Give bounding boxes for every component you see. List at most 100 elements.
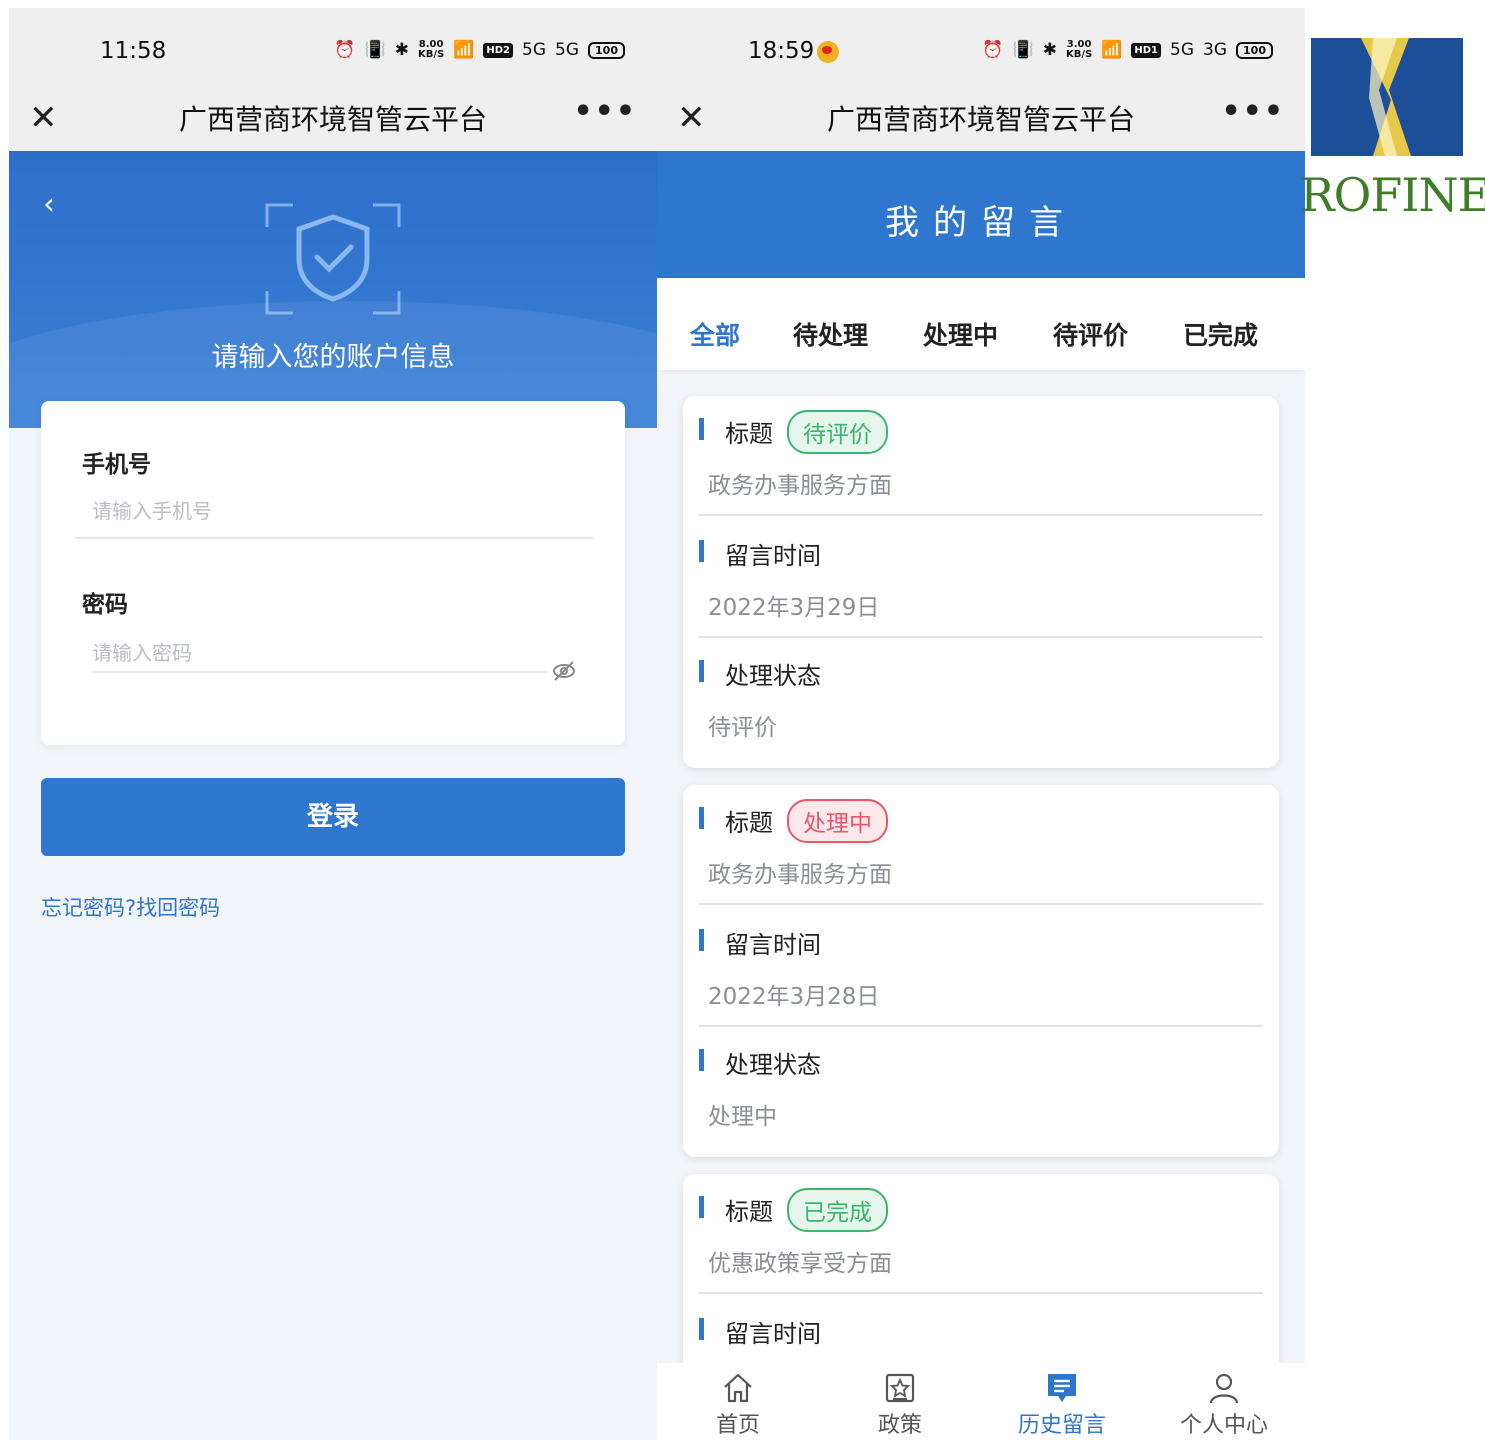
- status-icons: ⏰ 📳 ✱ 8.00 KB/S 📶 HD2 5G 5G 100: [334, 40, 625, 60]
- accent-bar: [699, 1196, 704, 1218]
- status-icons: ⏰ 📳 ✱ 3.00 KB/S 📶 HD1 5G 3G 100: [982, 40, 1273, 60]
- nav-label: 个人中心: [1179, 1413, 1268, 1438]
- nav-label: 历史留言: [1017, 1413, 1106, 1438]
- nav-home[interactable]: 首页: [678, 1363, 798, 1439]
- time-label: 留言时间: [725, 931, 821, 959]
- status-label: 处理状态: [725, 662, 821, 690]
- card-title-section: 标题 待评价 政务办事服务方面: [699, 396, 1263, 516]
- nav-history-messages[interactable]: 历史留言: [1002, 1363, 1122, 1439]
- accent-bar: [699, 807, 704, 829]
- battery-icon: 100: [1236, 41, 1273, 59]
- forgot-password-link[interactable]: 忘记密码?找回密码: [41, 892, 220, 922]
- status-bar: 11:58 ⏰ 📳 ✱ 8.00 KB/S 📶 HD2 5G 5G 100: [9, 8, 657, 88]
- vibrate-icon: 📳: [1012, 40, 1034, 60]
- login-hero: ‹ 请输入您的账户信息: [9, 151, 657, 428]
- divider: [92, 671, 547, 673]
- password-input[interactable]: [92, 641, 532, 665]
- title-label: 标题: [725, 420, 773, 448]
- messages-title: 我的留言: [885, 203, 1077, 243]
- message-icon: [1048, 1374, 1076, 1402]
- nav-policy[interactable]: 政策: [840, 1363, 960, 1439]
- signal-icon: 5G: [555, 40, 580, 60]
- divider: [75, 537, 593, 539]
- password-label: 密码: [82, 592, 128, 618]
- card-title-section: 标题 处理中 政务办事服务方面: [699, 785, 1263, 905]
- message-card[interactable]: 标题 待评价 政务办事服务方面 留言时间 2022年3月29日 处理状态 待评价: [683, 396, 1279, 768]
- status-value: 处理中: [708, 1104, 777, 1130]
- user-icon: [1209, 1373, 1239, 1404]
- time-label: 留言时间: [725, 1320, 821, 1348]
- phone-label: 手机号: [82, 452, 151, 478]
- messages-screen: 18:59 ⏰ 📳 ✱ 3.00 KB/S 📶 HD1 5G 3G 100 ✕ …: [657, 8, 1305, 1440]
- divider: [699, 1292, 1263, 1294]
- alarm-icon: ⏰: [982, 40, 1004, 60]
- policy-icon: [885, 1373, 915, 1403]
- time-label: 留言时间: [725, 542, 821, 570]
- shield-icon: [265, 203, 401, 315]
- login-screen: 11:58 ⏰ 📳 ✱ 8.00 KB/S 📶 HD2 5G 5G 100 ✕ …: [9, 8, 657, 1440]
- card-time-section: 留言时间 2022年3月28日: [699, 907, 1263, 1027]
- eye-hidden-icon[interactable]: [551, 658, 577, 684]
- hd-badge: HD1: [1131, 42, 1162, 58]
- battery-icon: 100: [588, 41, 625, 59]
- page-title: 广西营商环境智管云平台: [826, 103, 1135, 136]
- login-button[interactable]: 登录: [41, 778, 625, 856]
- message-card[interactable]: 标题 处理中 政务办事服务方面 留言时间 2022年3月28日 处理状态 处理中: [683, 785, 1279, 1157]
- title-bar: ✕ 广西营商环境智管云平台 •••: [657, 88, 1305, 151]
- tab-processing[interactable]: 处理中: [923, 316, 998, 352]
- status-bar: 18:59 ⏰ 📳 ✱ 3.00 KB/S 📶 HD1 5G 3G 100: [657, 8, 1305, 88]
- vibrate-icon: 📳: [364, 40, 386, 60]
- status-tabs: 全部 待处理 处理中 待评价 已完成: [657, 278, 1305, 370]
- logo: [1311, 38, 1463, 156]
- title-label: 标题: [725, 1198, 773, 1226]
- signal-icon: 3G: [1203, 40, 1228, 60]
- status-badge: 处理中: [787, 799, 888, 843]
- accent-bar: [699, 1049, 704, 1071]
- tab-to-evaluate[interactable]: 待评价: [1053, 316, 1128, 352]
- nav-profile[interactable]: 个人中心: [1164, 1363, 1284, 1439]
- card-title-section: 标题 已完成 优惠政策享受方面: [699, 1174, 1263, 1294]
- time-value: 2022年3月28日: [708, 984, 880, 1010]
- card-time-section: 留言时间 2022年3月29日: [699, 518, 1263, 638]
- signal-icon: 5G: [1170, 40, 1195, 60]
- status-label: 处理状态: [725, 1051, 821, 1079]
- accent-bar: [699, 540, 704, 562]
- weibo-icon: [817, 41, 839, 63]
- status-time: 11:58: [100, 38, 167, 64]
- wifi-icon: 📶: [453, 40, 475, 60]
- page-title: 广西营商环境智管云平台: [178, 103, 487, 136]
- logo-text: ROFINE: [1300, 168, 1485, 222]
- login-form: 手机号 密码: [41, 401, 625, 745]
- status-value: 待评价: [708, 715, 777, 741]
- bluetooth-icon: ✱: [1042, 40, 1057, 60]
- bluetooth-icon: ✱: [394, 40, 409, 60]
- status-time: 18:59: [748, 38, 815, 64]
- title-label: 标题: [725, 809, 773, 837]
- account-prompt: 请输入您的账户信息: [211, 342, 455, 373]
- back-icon[interactable]: ‹: [43, 187, 55, 222]
- card-status-section: 处理状态 处理中: [699, 1027, 1263, 1147]
- card-status-section: 处理状态 待评价: [699, 638, 1263, 758]
- bottom-nav: 首页 政策 历史留言 个人中心: [657, 1363, 1305, 1440]
- tab-completed[interactable]: 已完成: [1183, 316, 1258, 352]
- tab-all[interactable]: 全部: [690, 316, 740, 352]
- tab-pending[interactable]: 待处理: [793, 316, 868, 352]
- divider: [699, 514, 1263, 516]
- nav-label: 政策: [877, 1413, 922, 1438]
- accent-bar: [699, 660, 704, 682]
- home-icon: [724, 1373, 752, 1403]
- network-speed: 3.00 KB/S: [1065, 39, 1093, 60]
- accent-bar: [699, 929, 704, 951]
- title-bar: ✕ 广西营商环境智管云平台 •••: [9, 88, 657, 151]
- phone-input[interactable]: [92, 499, 572, 523]
- status-badge: 已完成: [787, 1188, 888, 1232]
- hd-badge: HD2: [483, 42, 514, 58]
- more-menu-icon[interactable]: •••: [1221, 94, 1285, 129]
- messages-header: 我的留言: [657, 151, 1305, 291]
- wifi-icon: 📶: [1101, 40, 1123, 60]
- alarm-icon: ⏰: [334, 40, 356, 60]
- time-value: 2022年3月29日: [708, 595, 880, 621]
- title-value: 政务办事服务方面: [708, 862, 892, 888]
- network-speed: 8.00 KB/S: [417, 39, 445, 60]
- more-menu-icon[interactable]: •••: [573, 94, 637, 129]
